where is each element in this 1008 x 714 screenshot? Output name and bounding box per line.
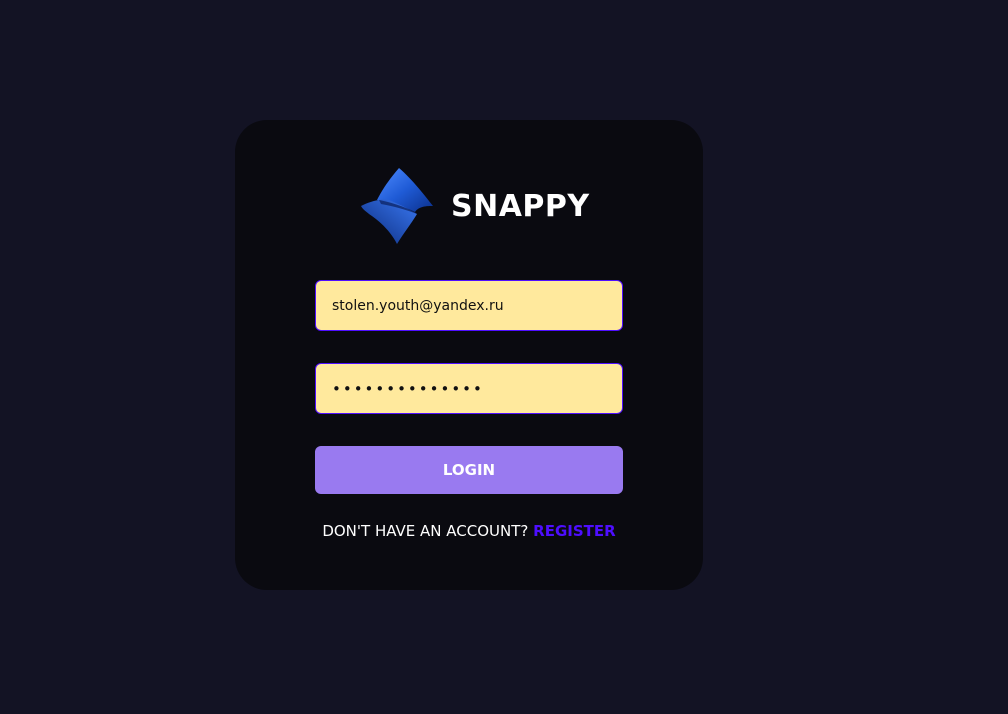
register-prompt-text: DON'T HAVE AN ACCOUNT?	[322, 522, 529, 540]
password-field[interactable]	[315, 363, 623, 414]
snappy-logo-icon	[361, 168, 433, 244]
brand: SNAPPY	[359, 166, 590, 246]
email-field[interactable]	[315, 280, 623, 331]
login-card: SNAPPY LOGIN DON'T HAVE AN ACCOUNT? REGI…	[235, 120, 703, 590]
register-prompt: DON'T HAVE AN ACCOUNT? REGISTER	[315, 522, 623, 540]
login-button[interactable]: LOGIN	[315, 446, 623, 494]
register-link[interactable]: REGISTER	[533, 522, 616, 540]
brand-name: SNAPPY	[451, 188, 590, 224]
